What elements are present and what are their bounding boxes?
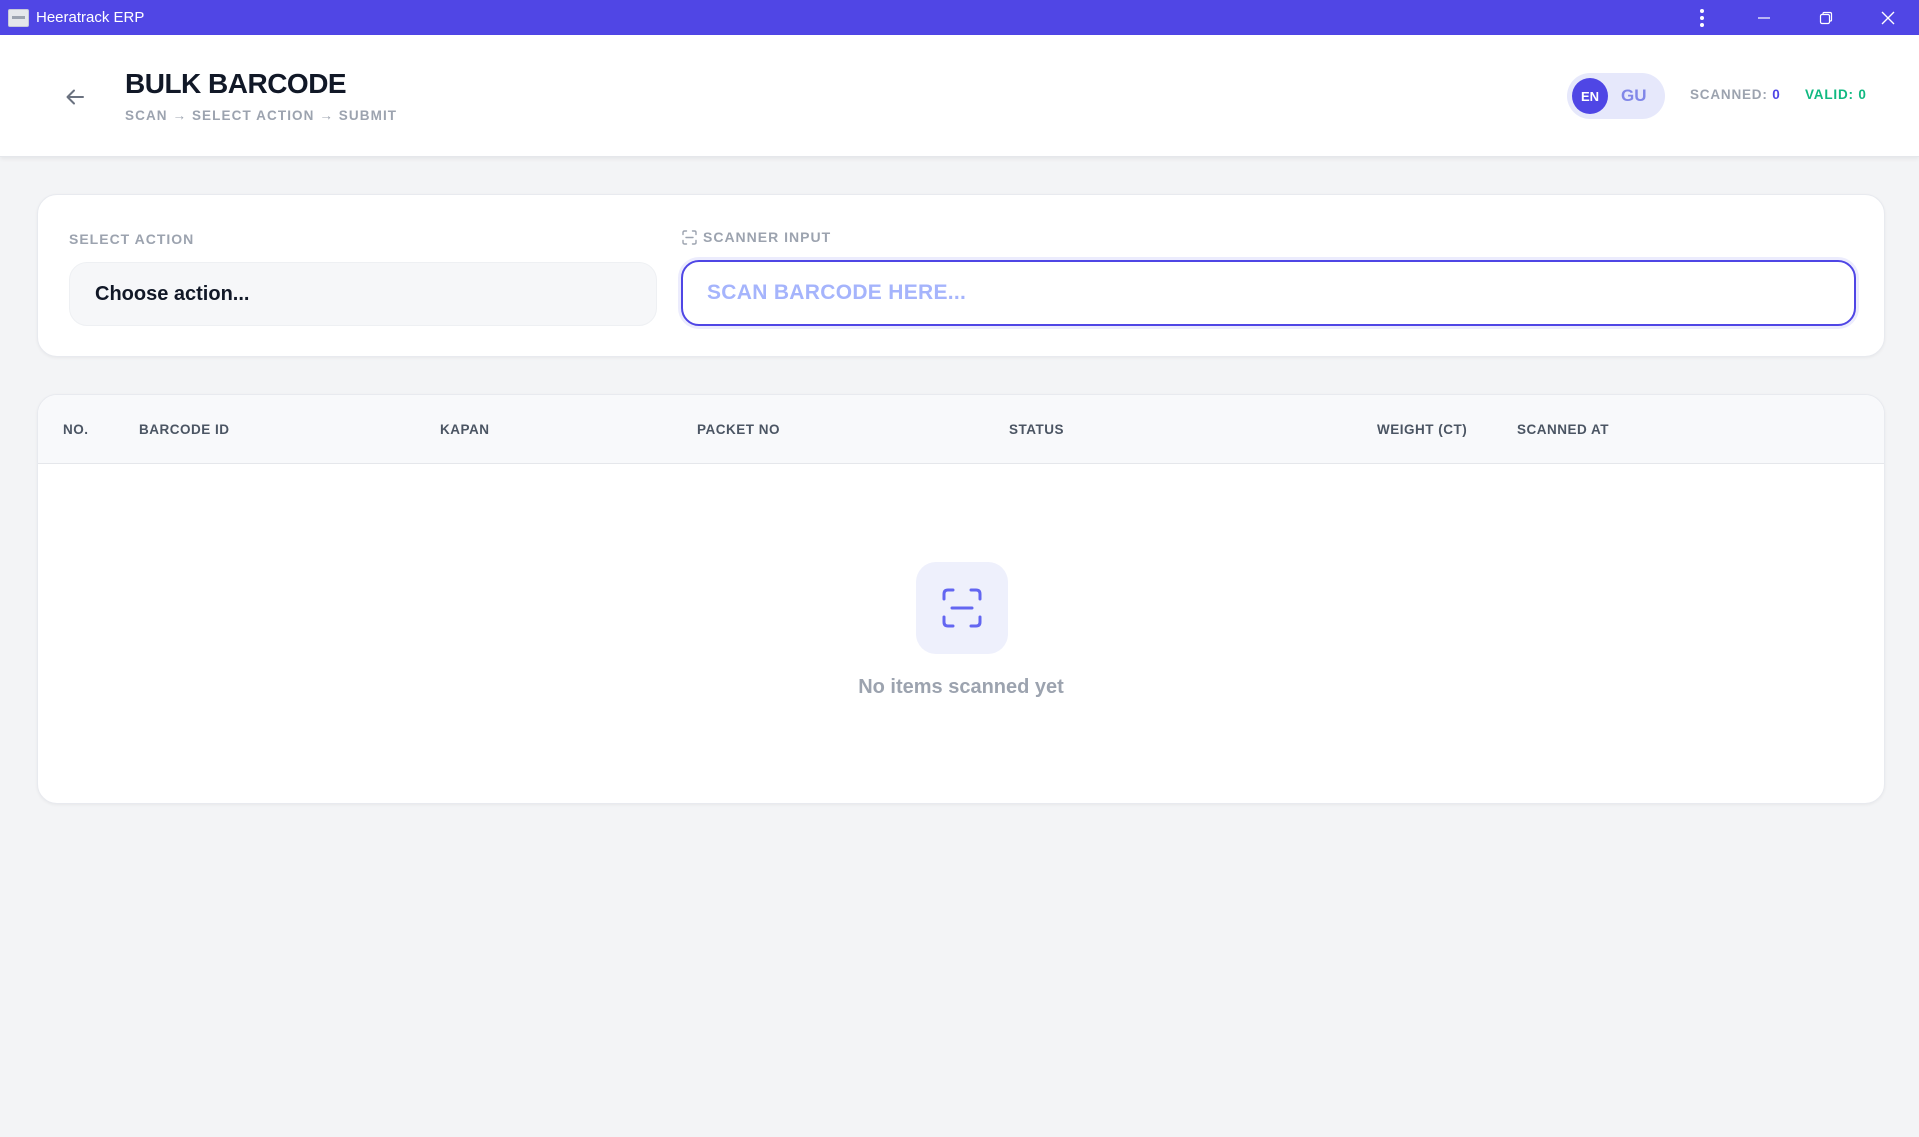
arrow-left-icon bbox=[66, 89, 84, 105]
close-button[interactable] bbox=[1857, 0, 1919, 35]
page-header: BULK BARCODE SCAN → SELECT ACTION → SUBM… bbox=[0, 35, 1919, 157]
restore-button[interactable] bbox=[1795, 0, 1857, 35]
back-button[interactable] bbox=[60, 82, 90, 112]
column-header-scanned-at: SCANNED AT bbox=[1517, 422, 1609, 437]
restore-icon bbox=[1819, 11, 1833, 24]
scanner-input-label-text: SCANNER INPUT bbox=[703, 229, 832, 245]
menu-button[interactable] bbox=[1671, 0, 1733, 35]
column-header-barcode-id: BARCODE ID bbox=[139, 422, 230, 437]
column-header-kapan: KAPAN bbox=[440, 422, 490, 437]
action-select[interactable]: Choose action... bbox=[69, 262, 657, 326]
barcode-scan-input[interactable] bbox=[707, 281, 1854, 305]
lang-gu-button[interactable]: GU bbox=[1621, 86, 1647, 106]
minimize-icon bbox=[1758, 16, 1770, 19]
scanned-items-table: NO. BARCODE ID KAPAN PACKET NO STATUS WE… bbox=[37, 394, 1885, 804]
scanned-value: 0 bbox=[1772, 87, 1781, 102]
select-action-label: SELECT ACTION bbox=[69, 231, 195, 247]
scanner-input-wrapper[interactable] bbox=[681, 260, 1856, 326]
column-header-weight: WEIGHT (CT) bbox=[1377, 422, 1468, 437]
column-header-status: STATUS bbox=[1009, 422, 1064, 437]
lang-en-button[interactable]: EN bbox=[1572, 78, 1608, 114]
scanned-label: SCANNED: bbox=[1690, 87, 1768, 102]
kebab-menu-icon bbox=[1700, 8, 1704, 27]
scan-frame-icon bbox=[682, 229, 697, 245]
window-controls bbox=[1671, 0, 1919, 35]
action-panel: SELECT ACTION SCANNER INPUT Choose actio… bbox=[37, 194, 1885, 357]
scanned-count: SCANNED: 0 bbox=[1690, 87, 1781, 102]
language-toggle[interactable]: EN GU bbox=[1567, 73, 1665, 119]
valid-label: VALID: bbox=[1805, 87, 1854, 102]
column-header-packet-no: PACKET NO bbox=[697, 422, 781, 437]
valid-count: VALID: 0 bbox=[1805, 87, 1867, 102]
empty-state-message: No items scanned yet bbox=[858, 676, 1064, 698]
column-header-no: NO. bbox=[63, 422, 89, 437]
page-title: BULK BARCODE bbox=[125, 68, 347, 99]
table-header: NO. BARCODE ID KAPAN PACKET NO STATUS WE… bbox=[38, 395, 1884, 464]
app-logo-icon bbox=[8, 8, 29, 27]
close-icon bbox=[1881, 11, 1895, 24]
page-subtitle: SCAN → SELECT ACTION → SUBMIT bbox=[125, 108, 398, 123]
empty-state-icon-box bbox=[916, 562, 1008, 654]
valid-value: 0 bbox=[1858, 87, 1867, 102]
scan-frame-icon bbox=[942, 588, 982, 628]
scanner-input-label: SCANNER INPUT bbox=[682, 229, 831, 245]
minimize-button[interactable] bbox=[1733, 0, 1795, 35]
window-title: Heeratrack ERP bbox=[36, 9, 145, 26]
window-titlebar: Heeratrack ERP bbox=[0, 0, 1919, 35]
